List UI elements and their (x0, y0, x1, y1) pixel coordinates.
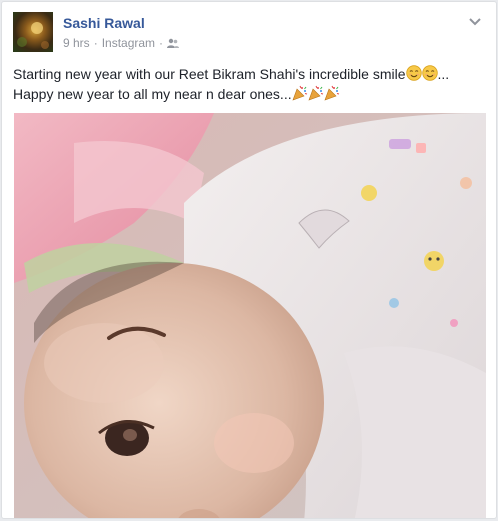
party-popper-icon (324, 85, 340, 101)
party-popper-icon (292, 85, 308, 101)
smiling-face-icon (421, 65, 438, 81)
message-line-2: Happy new year to all my near n dear one… (13, 84, 485, 104)
post-photo[interactable] (14, 113, 486, 518)
message-line-1-text: Starting new year with our Reet Bikram S… (13, 66, 406, 82)
post-timestamp[interactable]: 9 hrs (63, 36, 90, 50)
chevron-down-icon[interactable] (468, 14, 482, 26)
friends-icon[interactable] (167, 38, 180, 49)
message-line-1: Starting new year with our Reet Bikram S… (13, 64, 485, 84)
smiling-face-icon (405, 65, 422, 81)
party-popper-icon (308, 85, 324, 101)
message-line-1-suffix: ... (437, 66, 450, 82)
post-meta: 9 hrs · Instagram · (63, 36, 180, 50)
feed-post: Sashi Rawal 9 hrs · Instagram · Starting… (1, 1, 497, 519)
author-name[interactable]: Sashi Rawal (63, 15, 145, 31)
post-source[interactable]: Instagram (102, 36, 155, 50)
post-message: Starting new year with our Reet Bikram S… (13, 64, 485, 104)
avatar[interactable] (13, 12, 53, 52)
message-line-2-text: Happy new year to all my near n dear one… (13, 86, 292, 102)
meta-separator: · (93, 36, 98, 50)
meta-separator: · (159, 36, 164, 50)
